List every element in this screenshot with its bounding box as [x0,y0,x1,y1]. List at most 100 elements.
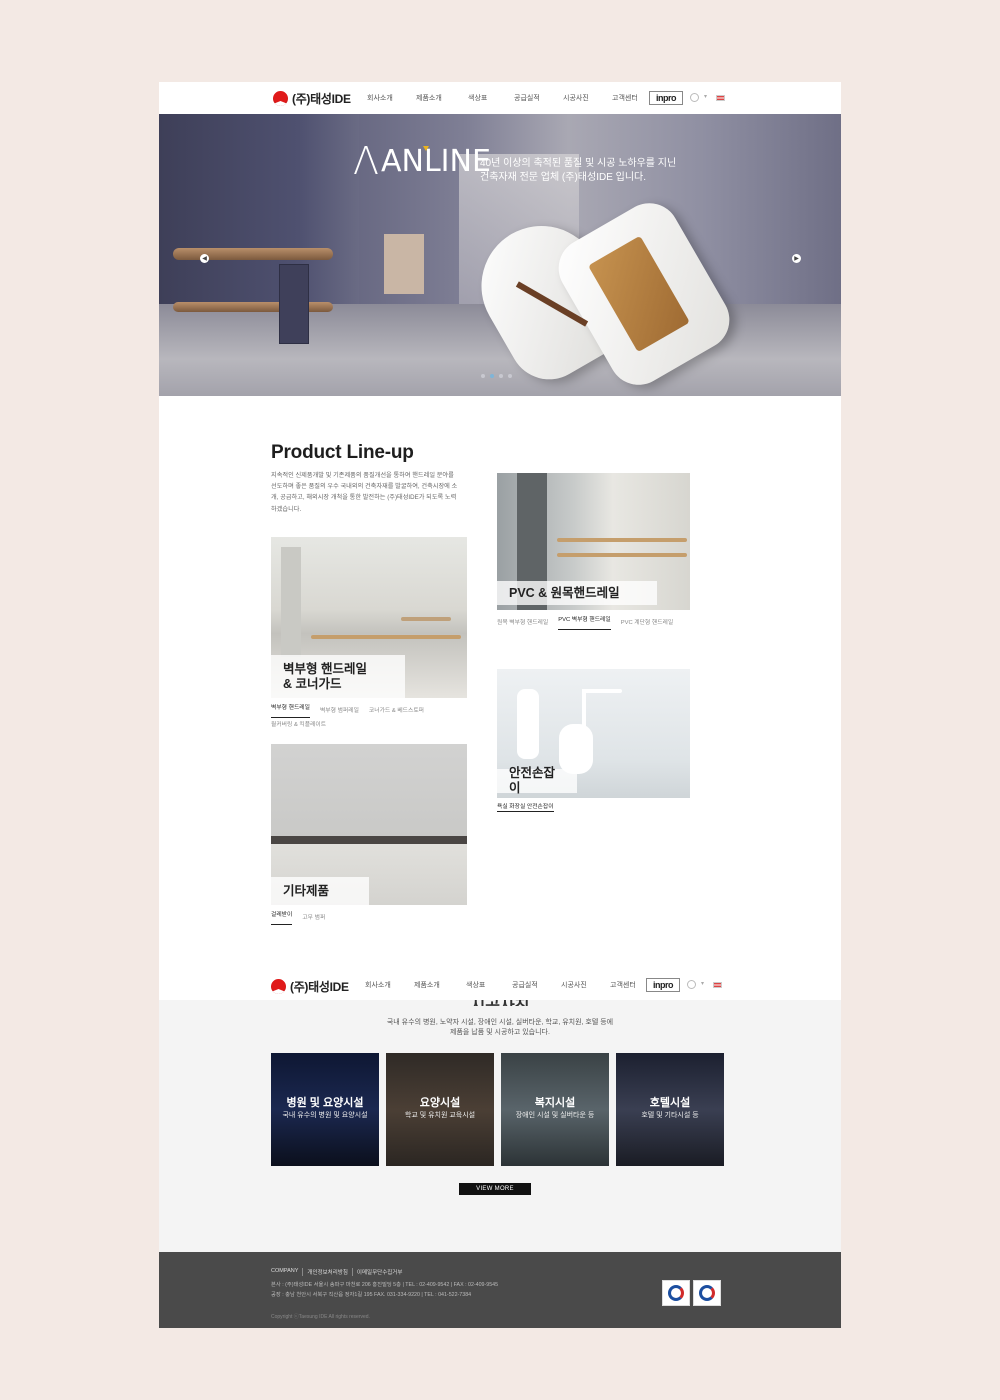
brand-logo: Λ ANLINE [353,142,491,180]
hero-tagline: 40년 이상의 축적된 품질 및 시공 노하우를 지닌 건축자재 전문 업체 (… [480,157,676,185]
slide-dot[interactable] [499,374,503,378]
link-bathroom-grab-bar[interactable]: 욕실 화장실 안전손잡이 [497,803,554,812]
link-wall-covering[interactable]: 월커버링 & 킥플레이트 [271,718,326,732]
tile-subtitle: 장애인 시설 및 실버타운 등 [515,1112,595,1119]
hero-desk [384,234,424,294]
logo-text: (주)태성IDE [292,92,351,106]
nav-item-about[interactable]: 회사소개 [367,93,416,103]
wall-links: 벽부형 핸드레일 벽부형 범퍼레일 코너가드 & 베드스토퍼 월커버링 & 킥플… [271,704,467,732]
tile-hospital[interactable]: 병원 및 요양시설 국내 유수의 병원 및 요양시설 [271,1053,379,1166]
slide-dot[interactable] [481,374,485,378]
card-pvc-handrail[interactable]: PVC & 원목핸드레일 [497,473,690,610]
construction-section: 시공사진 국내 유수의 병원, 노약자 시설, 장애인 시설, 실버타운, 학교… [159,998,841,1252]
link-wood-handrail[interactable]: 원목 벽부형 핸드레일 [497,616,548,630]
brand-name: ANLINE [381,143,491,179]
footer-link-email-policy[interactable]: 이메일무단수집거부 [353,1268,407,1276]
lineup-description: 지속적인 신제품개발 및 기존제품의 품질개선을 통하여 핸드레일 분야를 선도… [271,472,458,513]
certification-badge-icon [662,1280,690,1306]
link-wall-handrail[interactable]: 벽부형 핸드레일 [271,704,310,718]
brand-lambda-icon: Λ [353,139,379,183]
tile-subtitle: 국내 유수의 병원 및 요양시설 [282,1112,368,1119]
hero-bumper [173,302,333,312]
nav-item-supply[interactable]: 공급실적 [514,93,563,103]
globe-icon[interactable] [690,93,699,102]
sticky-header: (주)태성IDE 회사소개 제품소개 색상표 공급실적 시공사진 고객센터 in… [159,970,841,1000]
card-label-line1: 벽부형 핸드레일 [283,661,367,676]
nav-item-about[interactable]: 회사소개 [365,980,414,990]
link-rubber-bumper[interactable]: 고무 범퍼 [302,911,325,925]
tile-welfare[interactable]: 복지시설 장애인 시설 및 실버타운 등 [501,1053,609,1166]
card-label: 기타제품 [271,877,369,905]
lineup-title: Product Line-up [271,442,414,463]
slide-indicators [481,374,512,378]
next-slide-button[interactable]: ▶ [792,254,801,263]
main-nav: 회사소개 제품소개 색상표 공급실적 시공사진 고객센터 [365,970,650,1000]
brand-accent-icon [423,146,429,151]
tile-title: 복지시설 [534,1097,576,1109]
tile-title: 요양시설 [419,1097,461,1109]
hero-handrail [173,248,333,260]
logo[interactable]: (주)태성IDE [273,90,351,107]
page: (주)태성IDE 회사소개 제품소개 색상표 공급실적 시공사진 고객센터 in… [159,82,841,1328]
construction-desc-line1: 국내 유수의 병원, 노약자 시설, 장애인 시설, 실버타운, 학교, 유치원… [386,1019,614,1026]
nav-item-photos[interactable]: 시공사진 [561,980,610,990]
footer: COMPANY 개인정보처리방침 이메일무단수집거부 본사 : (주)태성IDE… [159,1252,841,1328]
slide-dot[interactable] [508,374,512,378]
tile-subtitle: 호텔 및 기타시설 등 [641,1112,699,1119]
flag-icon[interactable] [713,982,722,988]
pvc-links: 원목 벽부형 핸드레일 PVC 벽부형 핸드레일 PVC 계단형 핸드레일 [497,616,697,630]
other-links: 걸레받이 고무 범퍼 [271,911,467,925]
inpro-button[interactable]: inpro [646,978,680,992]
chevron-down-icon[interactable]: ▾ [704,93,707,100]
card-safety-grab-bar[interactable]: 안전손잡이 [497,669,690,798]
card-other-products[interactable]: 기타제품 [271,744,467,905]
construction-desc-line2: 제품을 납품 및 시공하고 있습니다. [450,1029,550,1036]
tile-care[interactable]: 요양시설 학교 및 유치원 교육시설 [386,1053,494,1166]
safety-links: 욕실 화장실 안전손잡이 [497,803,690,812]
flag-icon[interactable] [716,95,725,101]
card-label: 벽부형 핸드레일 & 코너가드 [271,655,405,698]
nav-item-products[interactable]: 제품소개 [416,93,468,103]
link-pvc-stair-handrail[interactable]: PVC 계단형 핸드레일 [621,616,673,630]
slide-dot-active[interactable] [490,374,494,378]
hero-door [279,264,309,344]
logo-mark-icon [271,979,286,994]
link-baseboard[interactable]: 걸레받이 [271,911,293,925]
construction-description: 국내 유수의 병원, 노약자 시설, 장애인 시설, 실버타운, 학교, 유치원… [159,1018,841,1038]
hero-slider: Λ ANLINE 40년 이상의 축적된 품질 및 시공 노하우를 지닌 건축자… [159,114,841,396]
hero-product-image [459,192,741,396]
site-header: (주)태성IDE 회사소개 제품소개 색상표 공급실적 시공사진 고객센터 in… [159,82,841,114]
nav-item-products[interactable]: 제품소개 [414,980,466,990]
chevron-down-icon[interactable]: ▾ [701,980,704,987]
footer-links: COMPANY 개인정보처리방침 이메일무단수집거부 [271,1268,406,1276]
footer-address: 본사 : (주)태성IDE 서울시 송파구 마천로 206 홍진빌딩 5층 | … [271,1280,498,1300]
footer-link-privacy[interactable]: 개인정보처리방침 [303,1268,353,1276]
tile-title: 병원 및 요양시설 [286,1097,364,1109]
prev-slide-button[interactable]: ◀ [200,254,209,263]
hero-tagline-line2: 건축자재 전문 업체 (주)태성IDE 입니다. [480,172,647,183]
link-pvc-wall-handrail[interactable]: PVC 벽부형 핸드레일 [558,616,611,630]
nav-item-supply[interactable]: 공급실적 [512,980,561,990]
view-more-button[interactable]: VIEW MORE [459,1183,531,1195]
tile-title: 호텔시설 [649,1097,691,1109]
globe-icon[interactable] [687,980,696,989]
main-nav: 회사소개 제품소개 색상표 공급실적 시공사진 고객센터 [367,82,652,114]
hero-tagline-line1: 40년 이상의 축적된 품질 및 시공 노하우를 지닌 [480,158,677,169]
logo-text: (주)태성IDE [290,980,349,994]
footer-link-company[interactable]: COMPANY [271,1268,304,1276]
card-wall-handrail[interactable]: 벽부형 핸드레일 & 코너가드 [271,537,467,698]
tile-hotel[interactable]: 호텔시설 호텔 및 기타시설 등 [616,1053,724,1166]
card-label: PVC & 원목핸드레일 [497,581,657,605]
nav-item-support[interactable]: 고객센터 [612,93,652,103]
nav-item-support[interactable]: 고객센터 [610,980,650,990]
nav-item-photos[interactable]: 시공사진 [563,93,612,103]
logo[interactable]: (주)태성IDE [271,978,349,995]
footer-address-factory: 공장 : 충남 천안시 서북구 직산읍 정자1길 195 FAX. 031-33… [271,1292,472,1298]
link-wall-bumper[interactable]: 벽부형 범퍼레일 [320,704,359,718]
nav-item-colors[interactable]: 색상표 [468,93,514,103]
footer-address-hq: 본사 : (주)태성IDE 서울시 송파구 마천로 206 홍진빌딩 5층 | … [271,1282,499,1288]
nav-item-colors[interactable]: 색상표 [466,980,512,990]
link-corner-guard[interactable]: 코너가드 & 베드스토퍼 [369,704,424,718]
footer-copyright: Copyright ⓒTaesung IDE All rights reserv… [271,1314,370,1320]
inpro-button[interactable]: inpro [649,91,683,105]
